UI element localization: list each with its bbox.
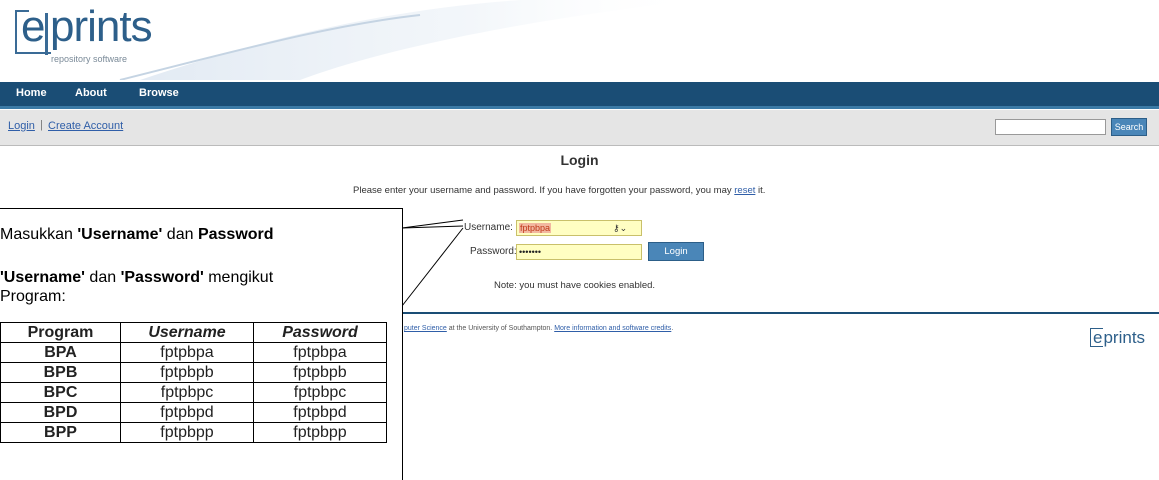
table-header-row: Program Username Password <box>0 322 387 343</box>
annotation-line-2: 'Username' dan 'Password' mengikut <box>0 269 274 286</box>
table-row: BPD fptpbpd fptpbpd <box>0 402 387 423</box>
cell-password: fptpbpa <box>253 342 387 363</box>
login-link[interactable]: Login <box>8 120 35 132</box>
password-label: Password: <box>470 246 517 257</box>
header-swoosh-decoration <box>119 0 700 80</box>
key-icon[interactable]: ⚷⌄ <box>613 221 627 235</box>
cell-program: BPD <box>0 402 121 423</box>
credentials-table: Program Username Password BPA fptpbpa fptp… <box>0 322 387 443</box>
page-title: Login <box>560 152 599 168</box>
cell-program: BPP <box>0 422 121 443</box>
cell-program: BPC <box>0 382 121 403</box>
username-value: fptpbpa <box>519 223 552 233</box>
login-instructions: Please enter your username and password.… <box>353 185 766 196</box>
login-button[interactable]: Login <box>648 242 704 261</box>
cell-password: fptpbpd <box>253 402 387 423</box>
cookies-note: Note: you must have cookies enabled. <box>494 280 656 291</box>
cell-username: fptpbpa <box>120 342 254 363</box>
logo-tagline: repository software <box>51 54 128 64</box>
cell-program: BPA <box>0 342 121 363</box>
username-field[interactable]: fptpbpa ⚷⌄ <box>516 220 642 236</box>
footer-credits: puter Science at the University of South… <box>404 325 674 332</box>
link-separator: | <box>40 119 43 131</box>
cell-username: fptpbpp <box>120 422 254 443</box>
col-username: Username <box>120 322 254 343</box>
reset-password-link[interactable]: reset <box>734 185 755 196</box>
account-bar: Login | Create Account Search <box>0 110 1159 146</box>
nav-about[interactable]: About <box>75 87 107 99</box>
footer-divider <box>395 312 1159 314</box>
create-account-link[interactable]: Create Account <box>48 120 123 132</box>
table-row: BPC fptpbpc fptpbpc <box>0 382 387 403</box>
logo-brand-text[interactable]: prints <box>50 2 153 52</box>
annotation-line-3: Program: <box>0 288 66 305</box>
table-row: BPP fptpbpp fptpbpp <box>0 422 387 443</box>
logo-brand[interactable]: e <box>21 2 46 52</box>
computer-science-link[interactable]: puter Science <box>404 325 447 332</box>
nav-browse[interactable]: Browse <box>139 87 179 99</box>
search-input[interactable] <box>995 119 1106 135</box>
cell-password: fptpbpb <box>253 362 387 383</box>
cell-password: fptpbpc <box>253 382 387 403</box>
cell-password: fptpbpp <box>253 422 387 443</box>
software-credits-link[interactable]: More information and software credits <box>554 325 671 332</box>
instruction-annotation: Masukkan 'Username' dan Password 'Userna… <box>0 208 403 480</box>
cell-username: fptpbpb <box>120 362 254 383</box>
table-row: BPA fptpbpa fptpbpa <box>0 342 387 363</box>
main-nav: Home About Browse <box>0 82 1159 109</box>
col-program: Program <box>0 322 121 343</box>
password-field[interactable]: ••••••• <box>516 244 642 260</box>
col-password: Password <box>253 322 387 343</box>
table-row: BPB fptpbpb fptpbpb <box>0 362 387 383</box>
cell-username: fptpbpd <box>120 402 254 423</box>
nav-home[interactable]: Home <box>16 87 47 99</box>
cell-program: BPB <box>0 362 121 383</box>
annotation-line-1: Masukkan 'Username' dan Password <box>0 226 274 243</box>
cell-username: fptpbpc <box>120 382 254 403</box>
footer-eprints-logo[interactable]: eprints <box>1090 328 1145 348</box>
username-label: Username: <box>464 222 513 233</box>
search-button[interactable]: Search <box>1111 118 1147 136</box>
logo-divider <box>45 13 48 55</box>
site-header: e prints repository software <box>0 0 1159 80</box>
